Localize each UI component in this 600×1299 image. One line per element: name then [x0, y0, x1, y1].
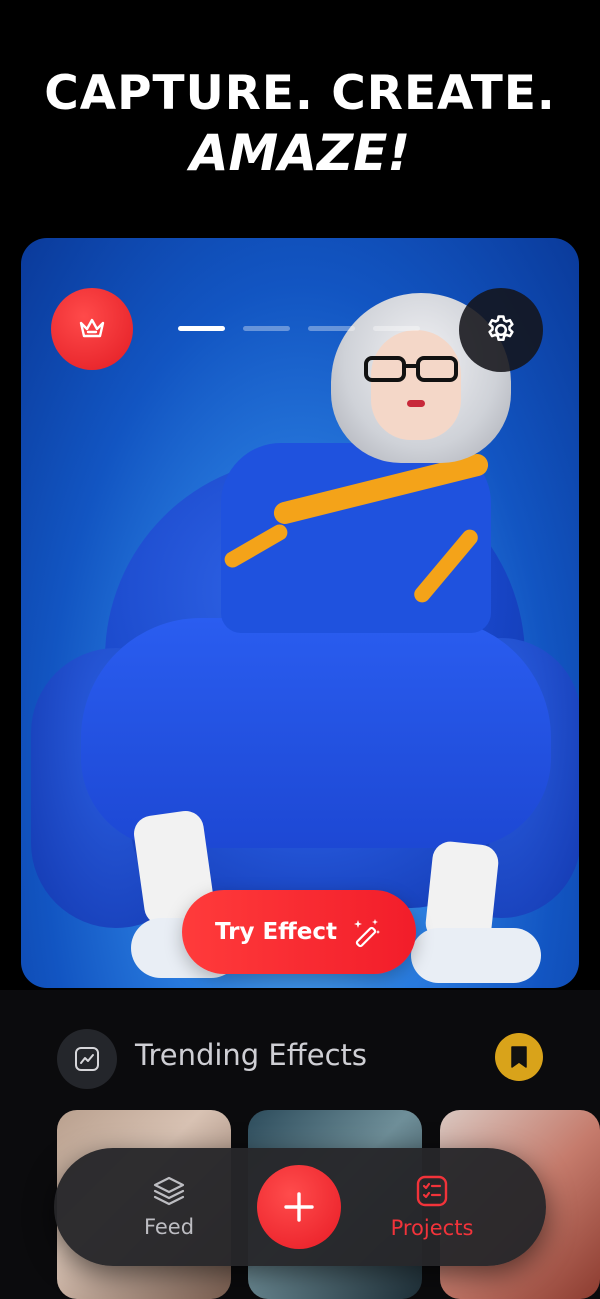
slide-dot-2[interactable]	[243, 326, 290, 331]
bookmark-icon	[511, 1046, 527, 1068]
headline-line-1: CAPTURE. CREATE.	[44, 66, 556, 121]
hero-card[interactable]: Try Effect	[21, 238, 579, 988]
bottom-tab-bar: Feed Projects	[54, 1148, 546, 1266]
try-effect-label: Try Effect	[214, 919, 338, 945]
bookmark-button[interactable]	[495, 1033, 543, 1081]
tab-feed[interactable]: Feed	[114, 1148, 224, 1266]
slide-dot-4[interactable]	[373, 326, 420, 331]
tab-feed-label: Feed	[143, 1215, 195, 1239]
layers-icon	[153, 1176, 185, 1206]
settings-button[interactable]	[459, 288, 543, 372]
headline-line-2: AMAZE!	[189, 124, 411, 182]
slide-dot-3[interactable]	[308, 326, 355, 331]
trending-icon-button[interactable]	[57, 1029, 117, 1089]
magic-wand-icon	[354, 919, 381, 948]
premium-button[interactable]	[51, 288, 133, 370]
trending-title: Trending Effects	[135, 1038, 367, 1072]
slide-indicator	[178, 326, 420, 331]
crown-icon	[79, 318, 105, 338]
slide-dot-1[interactable]	[178, 326, 225, 331]
add-button[interactable]	[257, 1165, 341, 1249]
tab-projects[interactable]: Projects	[376, 1148, 488, 1266]
trend-chart-icon	[75, 1047, 99, 1071]
plus-icon	[284, 1192, 314, 1222]
gear-icon	[488, 315, 514, 342]
headline: CAPTURE. CREATE. AMAZE!	[0, 66, 600, 182]
try-effect-button[interactable]: Try Effect	[182, 890, 416, 974]
checklist-icon	[416, 1175, 448, 1207]
tab-projects-label: Projects	[390, 1216, 474, 1240]
